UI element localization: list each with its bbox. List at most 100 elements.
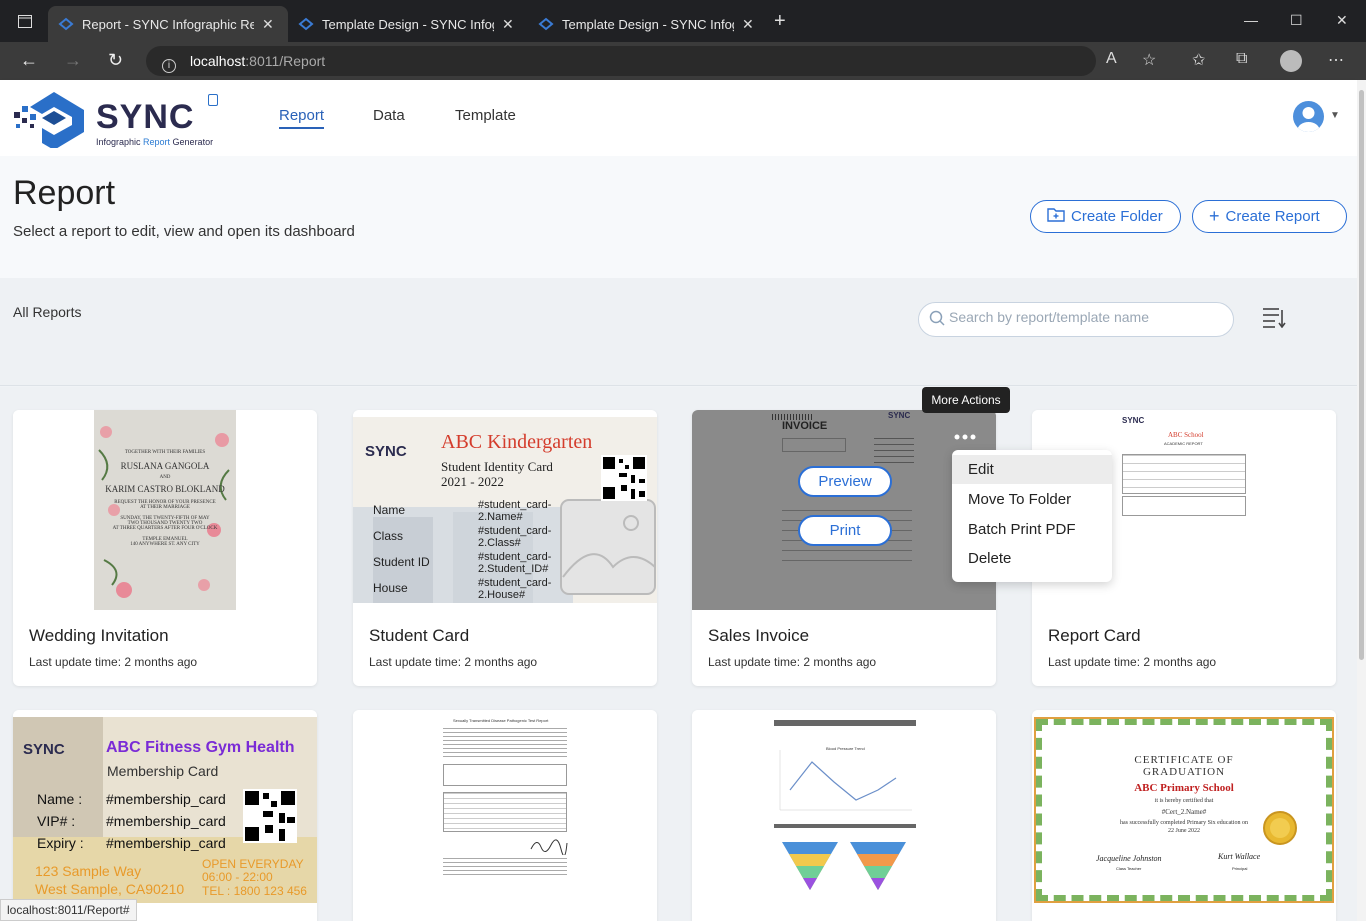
profile-icon[interactable] [1280, 50, 1302, 72]
preview-button[interactable]: Preview [798, 466, 892, 497]
print-button[interactable]: Print [798, 515, 892, 546]
new-tab-icon[interactable]: + [774, 10, 786, 33]
gym-field-label: Name : [37, 791, 83, 807]
qr-code-icon [243, 789, 297, 843]
search-input[interactable] [949, 309, 1219, 325]
page-scrollbar[interactable] [1357, 80, 1366, 921]
gym-field-value: #membership_card [106, 813, 226, 829]
invoice-logo: SYNC [888, 411, 911, 420]
report-updated: Last update time: 2 months ago [708, 655, 877, 669]
gym-card-title: ABC Fitness Gym Health [106, 739, 295, 756]
user-avatar[interactable] [1293, 101, 1324, 132]
browser-tab-report[interactable]: Report - SYNC Infographic Report Generat… [48, 6, 288, 42]
report-card-wedding[interactable]: TOGETHER WITH THEIR FAMILIES RUSLANA GAN… [13, 410, 317, 686]
more-options-icon[interactable]: ⋯ [1328, 50, 1344, 70]
funnel-chart-icon [782, 842, 906, 890]
create-report-button[interactable]: + Create Report [1192, 200, 1347, 233]
sync-logo[interactable]: SYNC Infographic Report Generator [12, 88, 222, 148]
gym-hours: 06:00 - 22:00 [202, 870, 273, 884]
wedding-line: AT THREE QUARTERS AFTER FOUR O'CLOCK [112, 526, 218, 531]
menu-item-move-to-folder[interactable]: Move To Folder [952, 485, 1112, 514]
lab-report-title: Sexually Transmitted Disease Pathogenic … [453, 718, 549, 723]
minimize-icon[interactable]: — [1244, 12, 1258, 28]
gym-field-value: #membership_card [106, 791, 226, 807]
report-card-health[interactable]: Blood Pressure Trend [692, 710, 996, 921]
page-subtitle: Select a report to edit, view and open i… [13, 223, 355, 240]
add-favorite-icon[interactable]: ☆ [1142, 50, 1156, 70]
reportcard-signature-box [1122, 496, 1246, 516]
link-status-bar: localhost:8011/Report# [0, 899, 137, 921]
certificate-title: Certificate of [1134, 754, 1234, 766]
student-card-school: ABC Kindergarten [441, 431, 593, 453]
browser-tab-template-2[interactable]: Template Design - SYNC Infographic Repor… [528, 6, 768, 42]
tab-title: Report - SYNC Infographic Report Generat… [82, 16, 254, 32]
forward-icon[interactable]: → [64, 50, 82, 71]
report-card-lab[interactable]: Sexually Transmitted Disease Pathogenic … [353, 710, 657, 921]
favorites-icon[interactable]: ✩ [1192, 50, 1205, 70]
create-folder-label: Create Folder [1071, 208, 1163, 225]
chevron-down-icon[interactable]: ▼ [1330, 110, 1340, 121]
refresh-icon[interactable]: ↻ [108, 50, 123, 71]
url-field[interactable]: i localhost:8011/Report [146, 46, 1096, 76]
wedding-thumbnail: TOGETHER WITH THEIR FAMILIES RUSLANA GAN… [94, 410, 236, 610]
invoice-box [782, 438, 846, 452]
nav-data[interactable]: Data [373, 107, 405, 124]
reportcard-logo: SYNC [1122, 416, 1145, 425]
close-tab-icon[interactable]: ✕ [262, 16, 274, 33]
browser-tab-template-1[interactable]: Template Design - SYNC Infographic Repor… [288, 6, 528, 42]
report-thumbnail: Blood Pressure Trend [692, 710, 996, 910]
breadcrumb-all-reports[interactable]: All Reports [13, 304, 81, 320]
back-icon[interactable]: ← [20, 50, 38, 71]
report-updated: Last update time: 2 months ago [29, 655, 198, 669]
student-field-label: Student ID [373, 555, 430, 569]
reportcard-subtitle: ACADEMIC REPORT [1164, 441, 1203, 446]
menu-item-delete[interactable]: Delete [952, 544, 1112, 573]
gym-field-label: Expiry : [37, 835, 84, 851]
wedding-name-1: RUSLANA GANGOLA [120, 461, 210, 471]
student-field-value: #student_card-2.House# [478, 577, 552, 601]
logo-sub-2: Report [143, 137, 171, 147]
close-tab-icon[interactable]: ✕ [502, 16, 514, 33]
close-tab-icon[interactable]: ✕ [742, 16, 754, 33]
more-actions-button[interactable] [952, 428, 982, 440]
more-actions-tooltip: More Actions [922, 387, 1010, 413]
student-card-title: Student Identity Card [441, 459, 553, 474]
maximize-icon[interactable]: ☐ [1290, 12, 1303, 29]
certificate-title: Graduation [1142, 766, 1226, 778]
create-folder-button[interactable]: Create Folder [1030, 200, 1181, 233]
report-card-student[interactable]: SYNC ABC Kindergarten Student Identity C… [353, 410, 657, 686]
scrollbar-thumb[interactable] [1359, 90, 1364, 660]
browser-address-bar: ← → ↻ i localhost:8011/Report A ☆ ✩ ⧉ ⋯ [0, 42, 1366, 80]
nav-report[interactable]: Report [279, 107, 325, 129]
tab-actions-icon[interactable] [18, 15, 32, 31]
logo-sub-1: Infographic [96, 137, 144, 147]
nav-template[interactable]: Template [455, 107, 516, 124]
search-box[interactable] [918, 302, 1234, 337]
report-thumbnail: SYNC ABC Kindergarten Student Identity C… [353, 410, 657, 610]
report-updated: Last update time: 2 months ago [369, 655, 538, 669]
student-card-logo: SYNC [365, 443, 407, 460]
menu-item-edit[interactable]: Edit [952, 455, 1112, 484]
read-aloud-icon[interactable]: A [1106, 50, 1117, 68]
gym-hours: OPEN EVERYDAY [202, 857, 304, 871]
health-divider [774, 824, 916, 828]
menu-item-batch-print-pdf[interactable]: Batch Print PDF [952, 515, 1112, 544]
collections-icon[interactable]: ⧉ [1236, 50, 1247, 68]
student-field-label: Class [373, 529, 404, 543]
sync-favicon-icon [58, 17, 74, 31]
close-window-icon[interactable]: ✕ [1336, 12, 1348, 29]
info-icon[interactable]: i [162, 59, 176, 73]
more-dots-icon [954, 434, 976, 440]
report-card-gym[interactable]: SYNC ABC Fitness Gym Health Membership C… [13, 710, 317, 921]
report-grid: TOGETHER WITH THEIR FAMILIES RUSLANA GAN… [0, 387, 1357, 921]
student-card-year: 2021 - 2022 [441, 474, 504, 489]
search-icon [929, 310, 945, 331]
sort-icon[interactable] [1262, 306, 1286, 334]
wedding-line: TOGETHER WITH THEIR FAMILIES [124, 450, 206, 455]
gym-address: 123 Sample Way [35, 863, 142, 879]
sync-favicon-icon [298, 17, 314, 31]
lab-text-lines [443, 728, 567, 758]
report-card-certificate[interactable]: Certificate of Graduation ABC Primary Sc… [1032, 710, 1336, 921]
gym-address: West Sample, CA90210 [35, 881, 185, 897]
report-card-invoice[interactable]: INVOICE SYNC Sales Invoice Last update t… [692, 410, 996, 686]
